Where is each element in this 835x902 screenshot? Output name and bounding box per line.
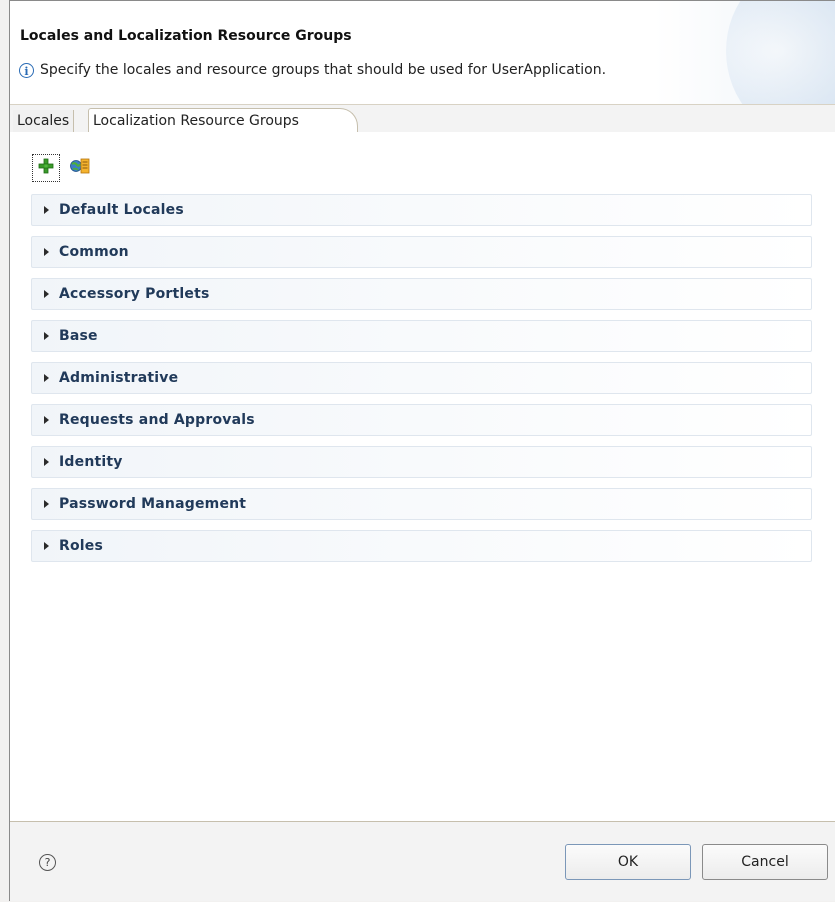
section-label: Requests and Approvals — [59, 412, 255, 428]
dialog-header: Locales and Localization Resource Groups… — [10, 1, 835, 105]
dialog-message-text: Specify the locales and resource groups … — [40, 62, 607, 78]
expand-arrow-icon[interactable] — [44, 458, 49, 466]
section-label: Default Locales — [59, 202, 184, 218]
tab-locales[interactable]: Locales — [13, 110, 75, 132]
header-decoration — [726, 1, 835, 104]
expand-arrow-icon[interactable] — [44, 416, 49, 424]
section-label: Password Management — [59, 496, 247, 512]
add-button[interactable] — [32, 154, 60, 182]
section-password-management[interactable]: Password Management — [31, 488, 812, 520]
section-identity[interactable]: Identity — [31, 446, 812, 478]
add-icon — [38, 158, 54, 178]
dialog-message: i Specify the locales and resource group… — [19, 62, 606, 78]
section-label: Administrative — [59, 370, 179, 386]
expand-arrow-icon[interactable] — [44, 290, 49, 298]
section-label: Accessory Portlets — [59, 286, 210, 302]
section-label: Roles — [59, 538, 104, 554]
dialog-window: Locales and Localization Resource Groups… — [9, 0, 835, 901]
dialog-footer: ? OK Cancel — [10, 823, 835, 902]
section-label: Identity — [59, 454, 123, 470]
expand-arrow-icon[interactable] — [44, 248, 49, 256]
expand-arrow-icon[interactable] — [44, 542, 49, 550]
expand-arrow-icon[interactable] — [44, 332, 49, 340]
section-label: Base — [59, 328, 98, 344]
expand-arrow-icon[interactable] — [44, 374, 49, 382]
tab-localization-resource-groups[interactable]: Localization Resource Groups — [88, 108, 358, 134]
help-icon[interactable]: ? — [39, 854, 56, 871]
section-roles[interactable]: Roles — [31, 530, 812, 562]
section-base[interactable]: Base — [31, 320, 812, 352]
ok-button[interactable]: OK — [565, 844, 691, 880]
cancel-button[interactable]: Cancel — [702, 844, 828, 880]
section-default-locales[interactable]: Default Locales — [31, 194, 812, 226]
section-label: Common — [59, 244, 129, 260]
section-accessory-portlets[interactable]: Accessory Portlets — [31, 278, 812, 310]
toolbar — [32, 154, 94, 182]
resource-group-icon — [70, 157, 90, 179]
tab-bar: Locales Localization Resource Groups — [10, 105, 835, 134]
section-requests-and-approvals[interactable]: Requests and Approvals — [31, 404, 812, 436]
dialog-title: Locales and Localization Resource Groups — [20, 28, 352, 44]
tab-content-panel: Default Locales Common Accessory Portlet… — [10, 132, 835, 822]
section-list: Default Locales Common Accessory Portlet… — [31, 194, 812, 572]
section-administrative[interactable]: Administrative — [31, 362, 812, 394]
info-icon: i — [19, 62, 34, 78]
expand-arrow-icon[interactable] — [44, 500, 49, 508]
expand-arrow-icon[interactable] — [44, 206, 49, 214]
resource-group-button[interactable] — [66, 154, 94, 182]
section-common[interactable]: Common — [31, 236, 812, 268]
